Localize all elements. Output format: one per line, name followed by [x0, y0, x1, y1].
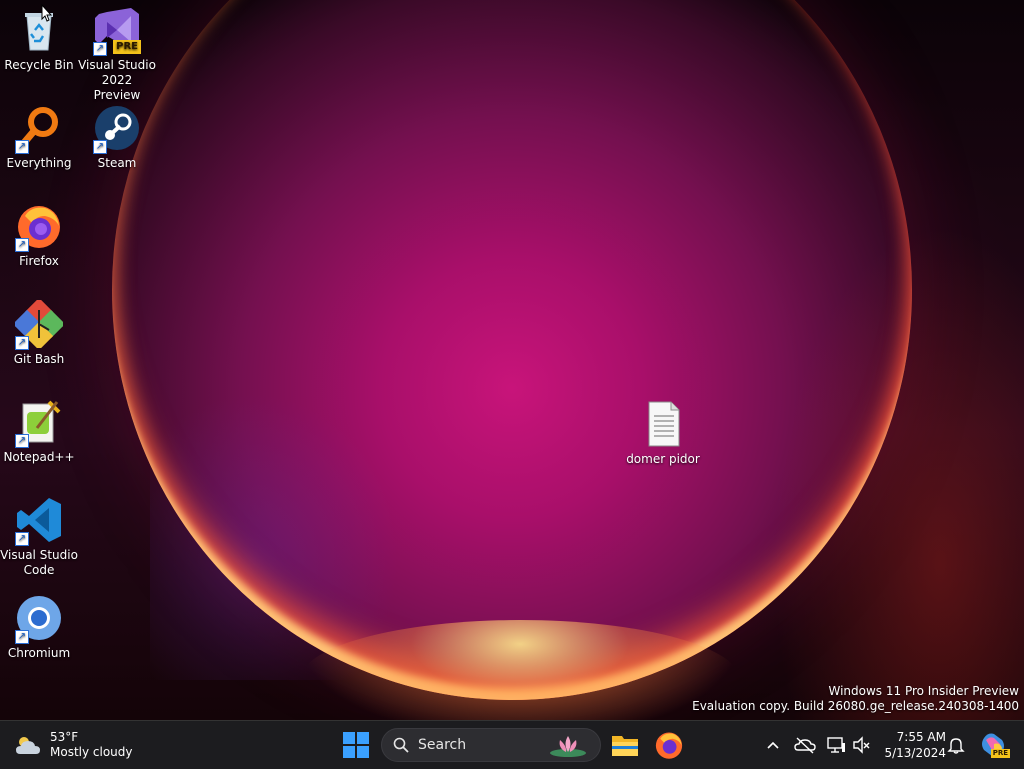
everything-search-icon: ↗: [15, 104, 63, 154]
weather-temperature: 53°F: [50, 730, 79, 744]
volume-muted-icon: [853, 736, 870, 754]
desktop-icon-label: domer pidor: [626, 452, 700, 466]
vscode-icon: ↗: [15, 496, 63, 546]
desktop-icon-steam[interactable]: ↗ Steam: [78, 104, 156, 171]
taskbar-search-box[interactable]: Search: [381, 728, 601, 762]
desktop-icon-label: Steam: [97, 156, 137, 170]
shortcut-arrow-icon: ↗: [15, 238, 29, 252]
desktop-icon-label: Code: [23, 563, 55, 577]
search-icon: [393, 737, 409, 753]
desktop-icon-recycle-bin[interactable]: Recycle Bin: [0, 6, 78, 73]
clock-time: 7:55 AM: [896, 730, 946, 744]
desktop-icon-vscode[interactable]: ↗ Visual Studio Code: [0, 496, 78, 578]
desktop-icon-label: Git Bash: [13, 352, 65, 366]
shortcut-arrow-icon: ↗: [93, 140, 107, 154]
notification-bell-icon: [947, 738, 965, 754]
shortcut-arrow-icon: ↗: [15, 140, 29, 154]
onedrive-status[interactable]: [794, 735, 816, 759]
steam-icon: ↗: [93, 104, 141, 154]
windows-logo-icon: [343, 732, 369, 758]
taskbar-firefox[interactable]: [654, 730, 684, 760]
clock-date: 5/13/2024: [884, 746, 946, 760]
watermark-line: Evaluation copy. Build 26080.ge_release.…: [692, 699, 1019, 713]
chevron-up-icon: [767, 741, 779, 749]
mouse-cursor-icon: [41, 3, 53, 26]
desktop-icon-label: Visual Studio: [0, 548, 78, 562]
onedrive-off-icon: [794, 737, 816, 754]
evaluation-watermark: Windows 11 Pro Insider Preview Evaluatio…: [692, 684, 1019, 714]
notification-center-button[interactable]: [946, 735, 966, 759]
taskbar-file-explorer[interactable]: [610, 730, 640, 760]
shortcut-arrow-icon: ↗: [15, 630, 29, 644]
copilot-button[interactable]: PRE: [978, 730, 1010, 760]
weather-widget[interactable]: 53°F Mostly cloudy: [14, 727, 133, 763]
desktop-icon-label: Notepad++: [3, 450, 75, 464]
desktop-icon-firefox[interactable]: ↗ Firefox: [0, 202, 78, 269]
shortcut-arrow-icon: ↗: [15, 336, 29, 350]
taskbar: 53°F Mostly cloudy Search 7:55 AM 5/13/2…: [0, 720, 1024, 769]
start-button[interactable]: [343, 732, 369, 758]
desktop-icon-notepad-plus-plus[interactable]: ↗ Notepad++: [0, 398, 78, 465]
text-file-icon: [639, 400, 687, 448]
desktop-icon-everything[interactable]: ↗ Everything: [0, 104, 78, 171]
desktop-icon-label: Everything: [6, 156, 72, 170]
notepad-plus-plus-icon: ↗: [15, 398, 63, 448]
desktop-icon-text-file[interactable]: domer pidor: [624, 400, 702, 467]
network-icon: [827, 737, 845, 753]
desktop-icon-git-bash[interactable]: ↗ Git Bash: [0, 297, 78, 367]
taskbar-clock[interactable]: 7:55 AM 5/13/2024: [878, 729, 946, 761]
chromium-icon: ↗: [15, 594, 63, 644]
firefox-icon: [655, 732, 683, 759]
shortcut-arrow-icon: ↗: [15, 532, 29, 546]
lotus-flower-icon: [550, 736, 586, 757]
recycle-bin-icon: [15, 6, 63, 54]
search-placeholder: Search: [418, 737, 467, 753]
desktop-icon-label: Chromium: [7, 646, 71, 660]
volume-status[interactable]: [852, 735, 872, 759]
tray-overflow-button[interactable]: [764, 735, 782, 755]
desktop-icon-label: Recycle Bin: [4, 58, 74, 72]
visual-studio-preview-icon: PRE ↗: [93, 6, 141, 56]
weather-condition: Mostly cloudy: [50, 745, 133, 759]
cloudy-weather-icon: [16, 737, 40, 754]
desktop-icon-label: 2022 Preview: [93, 73, 141, 102]
desktop-icon-label: Visual Studio: [78, 58, 156, 72]
network-status[interactable]: [826, 735, 846, 759]
firefox-icon: ↗: [15, 202, 63, 252]
file-explorer-icon: [612, 736, 638, 756]
git-bash-icon: ↗: [12, 297, 66, 351]
desktop-icon-visual-studio-preview[interactable]: PRE ↗ Visual Studio 2022 Preview: [78, 6, 156, 103]
watermark-line: Windows 11 Pro Insider Preview: [828, 684, 1019, 698]
desktop-icon-label: Firefox: [19, 254, 59, 268]
desktop-icon-chromium[interactable]: ↗ Chromium: [0, 594, 78, 661]
shortcut-arrow-icon: ↗: [93, 42, 107, 56]
preview-badge: PRE: [113, 40, 141, 54]
copilot-preview-badge: PRE: [990, 749, 1010, 758]
shortcut-arrow-icon: ↗: [15, 434, 29, 448]
